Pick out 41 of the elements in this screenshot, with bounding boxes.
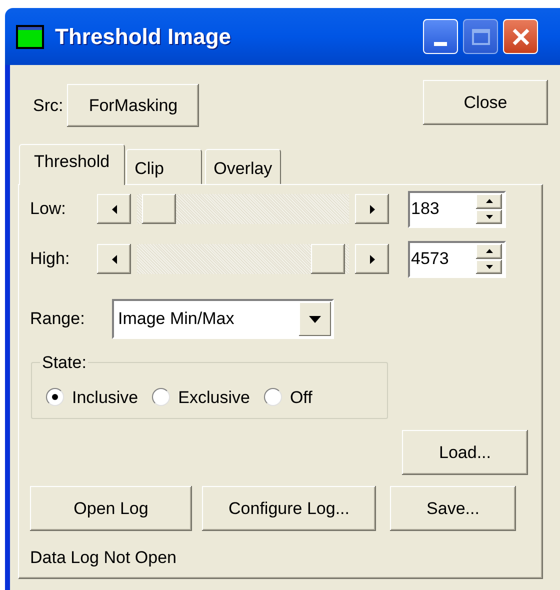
spin-arrows-icon[interactable] [476,244,502,274]
close-icon [510,26,530,46]
scroll-left-icon[interactable] [97,244,131,274]
scroll-right-icon[interactable] [355,244,389,274]
load-button[interactable]: Load... [402,430,528,475]
number-spinner[interactable]: 4573 [408,240,506,278]
open-log-button[interactable]: Open Log [30,486,192,531]
window-title: Threshold Image [55,23,232,51]
radio-button[interactable] [46,388,64,406]
range-dropdown[interactable]: Image Min/Max [112,299,334,339]
scroll-left-icon[interactable] [97,194,131,224]
source-label: Src: [33,94,64,117]
minimize-icon [434,42,447,46]
tab[interactable]: Overlay [204,149,282,184]
configure-log-button[interactable]: Configure Log... [202,486,376,531]
close-window-button[interactable] [503,19,538,54]
source-button[interactable]: ForMasking [67,84,200,127]
slider-label: High: [30,248,71,270]
radio-button[interactable] [264,388,282,406]
radio-label: Exclusive [178,386,250,408]
slider-thumb[interactable] [311,244,346,274]
tab[interactable]: Threshold [19,144,125,185]
save-button[interactable]: Save... [390,486,516,531]
close-button[interactable]: Close [423,80,548,125]
slider-label: Low: [30,198,67,220]
maximize-icon [472,28,490,44]
tab[interactable]: Clip [126,149,202,184]
scroll-bar[interactable] [97,244,389,274]
radio-button[interactable] [152,388,170,406]
window-icon [15,24,45,50]
radio-label: Off [290,386,312,408]
spin-arrows-icon[interactable] [476,194,502,224]
number-spinner[interactable]: 183 [408,190,506,228]
log-status-text: Data Log Not Open [30,547,176,569]
scroll-right-icon[interactable] [355,194,389,224]
maximize-button[interactable] [463,19,498,54]
slider-thumb[interactable] [142,194,176,224]
radio-label: Inclusive [72,386,138,408]
range-label: Range: [30,308,86,330]
minimize-button[interactable] [423,19,458,54]
scroll-bar[interactable] [97,194,389,224]
